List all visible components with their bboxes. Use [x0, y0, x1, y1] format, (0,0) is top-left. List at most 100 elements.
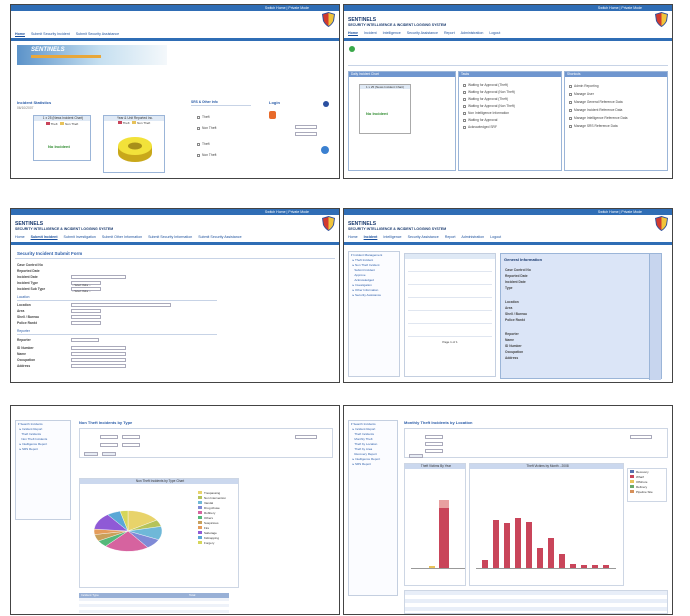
- shortcut-item[interactable]: Manage General Reference Data: [569, 100, 663, 104]
- tree-item[interactable]: ▸ Incident Report: [18, 427, 68, 431]
- reset-button[interactable]: [102, 452, 116, 456]
- task-item[interactable]: Waiting for Approval (Non Theft): [463, 90, 557, 94]
- tree-item[interactable]: ▾ Incident Management: [351, 253, 397, 257]
- top-links[interactable]: Switch Home | Private Mode: [265, 5, 309, 11]
- top-links[interactable]: Switch Home | Private Mode: [598, 5, 642, 11]
- task-item[interactable]: Acknowledged SRF: [463, 125, 557, 129]
- incident-type-select[interactable]: -- Select Value --: [71, 281, 101, 287]
- id-number-input[interactable]: [71, 346, 126, 350]
- task-item[interactable]: Waiting for Approval (Theft): [463, 83, 557, 87]
- location-input[interactable]: [71, 303, 171, 307]
- tree-item[interactable]: ▸ Non Theft Incident: [351, 263, 397, 267]
- nav-security-assistance[interactable]: Security Assistance: [408, 235, 439, 239]
- nav-submit-incident[interactable]: Submit Security Incident: [31, 32, 70, 36]
- incident-subtype-select[interactable]: -- Select Value --: [71, 287, 101, 293]
- password-field[interactable]: [295, 132, 317, 136]
- address-input[interactable]: [71, 364, 126, 368]
- list-item[interactable]: [408, 314, 492, 324]
- month-select[interactable]: [425, 442, 443, 446]
- tree-item[interactable]: Monthly Theft: [351, 437, 395, 441]
- nav-home[interactable]: Home: [15, 235, 25, 239]
- nav-submit-investigation[interactable]: Submit Investigation: [64, 235, 96, 239]
- tree-item[interactable]: Submit Incident: [351, 268, 397, 272]
- shortcut-item[interactable]: Manage SRS Reference Data: [569, 124, 663, 128]
- username-field[interactable]: [295, 125, 317, 129]
- tree-item[interactable]: ▸ SRS Report: [351, 462, 395, 466]
- incident-date-input[interactable]: [71, 275, 126, 279]
- nav-administration[interactable]: Administration: [461, 235, 484, 239]
- nav-report[interactable]: Report: [444, 31, 455, 35]
- year-select[interactable]: [425, 435, 443, 439]
- nav-incident[interactable]: Incident: [364, 31, 377, 35]
- tree-item[interactable]: ▸ Investigation: [351, 283, 397, 287]
- tree-item[interactable]: ▾ Search Incidents: [18, 422, 68, 426]
- shortcut-item[interactable]: Manage Intelligence Reference Data: [569, 116, 663, 120]
- nav-submit-other[interactable]: Submit Other Information: [102, 235, 142, 239]
- help-icon[interactable]: [323, 101, 329, 107]
- tree-item[interactable]: ▸ Intelligence Report: [18, 442, 68, 446]
- login-button[interactable]: [321, 146, 329, 154]
- area-select[interactable]: [425, 449, 443, 453]
- tree-item[interactable]: Theft by Area: [351, 447, 395, 451]
- search-button[interactable]: [84, 452, 98, 456]
- tree-item[interactable]: Acknowledged: [351, 278, 397, 282]
- list-item[interactable]: [408, 262, 492, 272]
- top-links[interactable]: Switch Home | Private Mode: [265, 209, 309, 215]
- list-item[interactable]: [408, 327, 492, 337]
- tree-item[interactable]: ▸ Security Assistance: [351, 293, 397, 297]
- tree-item[interactable]: ▸ Intelligence Report: [351, 457, 395, 461]
- nav-security-assistance[interactable]: Security Assistance: [407, 31, 438, 35]
- nav-home[interactable]: Home: [348, 235, 358, 239]
- shortcut-item[interactable]: Manage User: [569, 92, 663, 96]
- from-date-input[interactable]: [100, 443, 118, 447]
- nav-intelligence[interactable]: Intelligence: [383, 235, 401, 239]
- search-button[interactable]: [409, 454, 423, 458]
- tree-item[interactable]: ▸ SRS Report: [18, 447, 68, 451]
- pager[interactable]: Page 1 of 1: [405, 340, 495, 344]
- police-select[interactable]: [71, 321, 101, 325]
- list-item[interactable]: [408, 275, 492, 285]
- task-item[interactable]: Waiting for Approval (Theft): [463, 97, 557, 101]
- shortcut-item[interactable]: Manage Incident Reference Data: [569, 108, 663, 112]
- tree-item[interactable]: Theft Incidents: [351, 432, 395, 436]
- area-select[interactable]: [71, 309, 101, 313]
- nav-submit-security-info[interactable]: Submit Security Information: [148, 235, 192, 239]
- shortcut-item[interactable]: Admin Reporting: [569, 84, 663, 88]
- tree-item[interactable]: ▸ Other Information: [351, 288, 397, 292]
- nav-administration[interactable]: Administration: [461, 31, 484, 35]
- bureau-select[interactable]: [71, 315, 101, 319]
- nav-incident[interactable]: Incident: [364, 235, 378, 239]
- task-item[interactable]: Waiting for Approval (Non Theft): [463, 104, 557, 108]
- nav-home[interactable]: Home: [15, 32, 25, 36]
- to-date-input[interactable]: [122, 443, 140, 447]
- tree-item[interactable]: Theft Incidents: [18, 432, 68, 436]
- tree-item[interactable]: Recovery Report: [351, 452, 395, 456]
- occupation-input[interactable]: [71, 358, 126, 362]
- tree-item[interactable]: ▸ Theft Incident: [351, 258, 397, 262]
- nav-logout[interactable]: Logout: [489, 31, 500, 35]
- tree-item[interactable]: Approve: [351, 273, 397, 277]
- month-select[interactable]: [122, 435, 140, 439]
- nav-home[interactable]: Home: [348, 31, 358, 35]
- task-item[interactable]: Waiting for Approval: [463, 118, 557, 122]
- tree-item[interactable]: Theft by Location: [351, 442, 395, 446]
- list-item[interactable]: [408, 288, 492, 298]
- nav-submit-assistance[interactable]: Submit Security Assistance: [76, 32, 119, 36]
- chart-type-select[interactable]: [295, 435, 317, 439]
- side-tabs[interactable]: [649, 254, 661, 380]
- nav-submit-incident[interactable]: Submit Incident: [31, 235, 58, 239]
- chart-type-select[interactable]: [630, 435, 652, 439]
- task-item[interactable]: Non Intelligence Information: [463, 111, 557, 115]
- nav-intelligence[interactable]: Intelligence: [383, 31, 401, 35]
- tree-item[interactable]: ▾ Search Incidents: [351, 422, 395, 426]
- nav-logout[interactable]: Logout: [490, 235, 501, 239]
- top-links[interactable]: Switch Home | Private Mode: [598, 209, 642, 215]
- year-select[interactable]: [100, 435, 118, 439]
- nav-submit-assistance[interactable]: Submit Security Assistance: [198, 235, 241, 239]
- tree-item[interactable]: ▸ Incident Report: [351, 427, 395, 431]
- list-item[interactable]: [408, 301, 492, 311]
- nav-report[interactable]: Report: [445, 235, 456, 239]
- reporter-select[interactable]: [71, 338, 99, 342]
- name-input[interactable]: [71, 352, 126, 356]
- tree-item[interactable]: Non Theft Incidents: [18, 437, 68, 441]
